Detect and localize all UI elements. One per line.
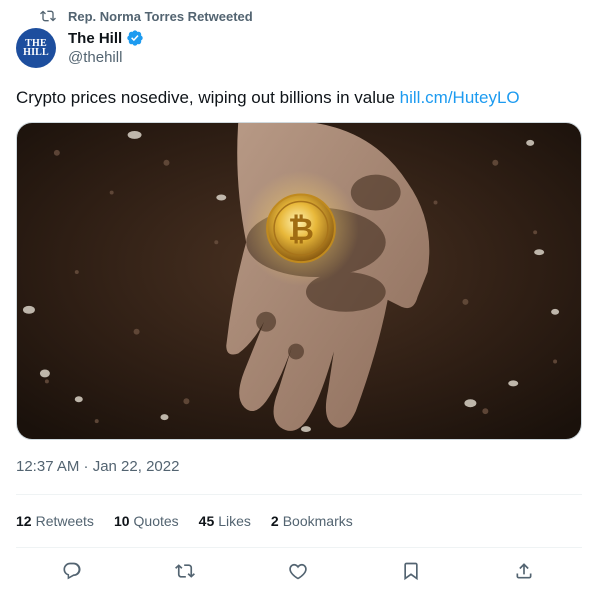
reply-button[interactable]: [58, 557, 86, 585]
verified-badge-icon: [127, 30, 143, 46]
tweet-text: Crypto prices nosedive, wiping out billi…: [16, 86, 520, 110]
likes-stat[interactable]: 45 Likes: [199, 513, 251, 529]
author-name[interactable]: The Hill: [68, 30, 122, 47]
quotes-count: 10: [113, 513, 130, 529]
retweet-label: Rep. Norma Torres Retweeted: [68, 8, 253, 24]
bookmark-button[interactable]: [397, 557, 425, 585]
quotes-label: Quotes: [133, 513, 179, 529]
quotes-stat[interactable]: 10 Quotes: [114, 513, 179, 529]
bookmarks-count: 2: [270, 513, 279, 529]
bitcoin-in-hand-image: ₿: [17, 123, 581, 439]
svg-text:₿: ₿: [288, 210, 314, 248]
author-handle[interactable]: @thehill: [68, 49, 144, 66]
retweets-label: Retweets: [35, 513, 94, 529]
tweet-image[interactable]: ₿: [16, 122, 582, 440]
reply-icon: [63, 562, 81, 580]
likes-count: 45: [198, 513, 215, 529]
retweets-count: 12: [16, 513, 32, 529]
bookmark-icon: [404, 562, 418, 581]
retweet-icon: [40, 10, 56, 22]
author-block: The Hill @thehill: [68, 28, 144, 66]
tweet-actions: [16, 557, 582, 585]
tweet-stats: 12 Retweets 10 Quotes 45 Likes 2 Bookmarks: [16, 510, 353, 532]
tweet-body: Crypto prices nosedive, wiping out billi…: [16, 88, 400, 107]
avatar-text-bottom: HILL: [23, 47, 49, 58]
divider: [16, 547, 582, 548]
like-button[interactable]: [284, 557, 312, 585]
share-icon: [516, 563, 532, 579]
tweet-link[interactable]: hill.cm/HuteyLO: [400, 88, 520, 107]
likes-label: Likes: [218, 513, 251, 529]
share-button[interactable]: [510, 557, 538, 585]
bookmarks-label: Bookmarks: [282, 513, 353, 529]
like-icon: [289, 563, 307, 580]
retweet-icon: [175, 564, 195, 578]
retweets-stat[interactable]: 12 Retweets: [16, 513, 94, 529]
bookmarks-stat[interactable]: 2 Bookmarks: [271, 513, 353, 529]
retweet-context[interactable]: Rep. Norma Torres Retweeted: [40, 7, 253, 25]
avatar[interactable]: THE HILL: [16, 28, 56, 68]
retweet-button[interactable]: [171, 557, 199, 585]
tweet-timestamp[interactable]: 12:37 AM · Jan 22, 2022: [16, 458, 179, 475]
divider: [16, 494, 582, 495]
